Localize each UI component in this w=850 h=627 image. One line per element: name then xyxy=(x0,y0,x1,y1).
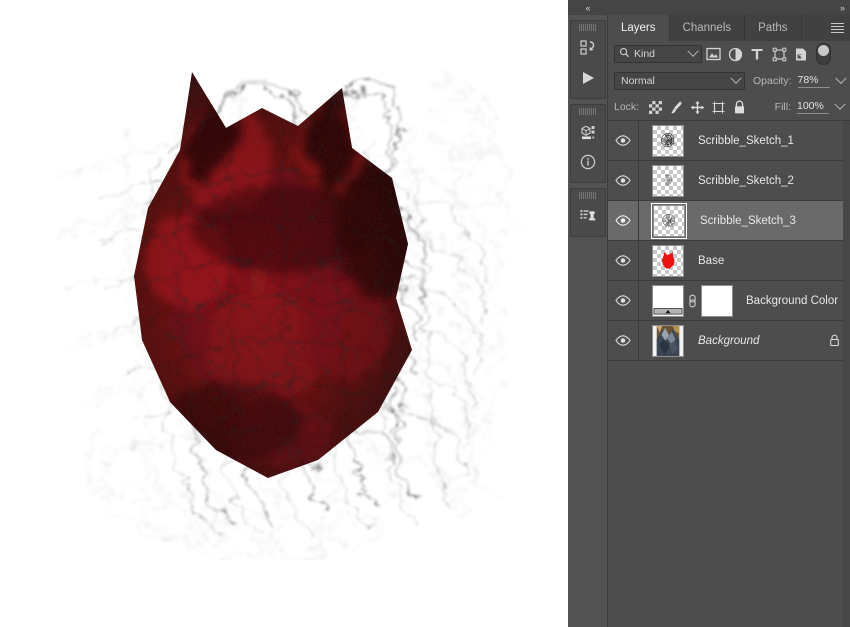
type-filter-icon[interactable] xyxy=(746,43,768,65)
panel-collapse-label: » xyxy=(839,2,845,13)
properties-3d-icon[interactable] xyxy=(573,117,603,147)
eye-icon[interactable] xyxy=(608,241,639,280)
filter-kind-label: Kind xyxy=(634,48,656,60)
adjustment-thumbnail xyxy=(652,284,684,317)
layer-name: Background Color xyxy=(746,294,839,307)
eye-icon[interactable] xyxy=(608,321,639,360)
layer-mask-thumbnail[interactable] xyxy=(701,284,733,317)
blend-mode-value: Normal xyxy=(621,74,655,87)
photoshop-window: « » Layers Channels Paths Kind Normal Op… xyxy=(0,0,850,627)
rail-group-clone-source xyxy=(569,188,606,237)
table-row[interactable]: Background Color xyxy=(608,281,850,321)
layer-thumbnail-wrap[interactable] xyxy=(651,244,685,278)
tab-layers-label: Layers xyxy=(621,22,656,34)
blend-mode-row: Normal Opacity: 78% xyxy=(608,67,850,94)
image-filter-icon[interactable] xyxy=(702,43,724,65)
layer-thumbnail-wrap[interactable] xyxy=(651,202,687,239)
search-icon xyxy=(619,47,630,61)
tab-layers[interactable]: Layers xyxy=(608,15,670,41)
opacity-value[interactable]: 78% xyxy=(797,74,830,88)
layer-name: Base xyxy=(698,254,725,267)
lock-position-icon[interactable] xyxy=(687,97,708,117)
eye-icon[interactable] xyxy=(608,121,639,160)
lock-row: Lock: Fill: 100% xyxy=(608,94,850,120)
panel-collapse-button[interactable]: » xyxy=(608,0,850,15)
eye-icon[interactable] xyxy=(608,281,639,320)
link-chain-icon[interactable] xyxy=(685,293,699,309)
lock-pixels-icon[interactable] xyxy=(666,97,687,117)
fill-value[interactable]: 100% xyxy=(797,100,829,114)
chevron-down-icon xyxy=(687,45,699,57)
drag-grip[interactable] xyxy=(578,192,597,199)
layer-thumbnail xyxy=(652,324,684,357)
tab-channels-label: Channels xyxy=(682,22,732,34)
actions-icon[interactable] xyxy=(573,33,603,63)
tab-bar-filler xyxy=(801,15,824,41)
fill-chevron-down-icon[interactable] xyxy=(834,98,846,110)
lock-icon[interactable] xyxy=(829,334,840,347)
layer-thumbnail xyxy=(652,124,684,157)
adjustment-thumbnail-wrap[interactable] xyxy=(651,284,685,318)
layer-thumbnail xyxy=(652,244,684,277)
chevron-down-icon xyxy=(730,72,742,84)
info-icon[interactable] xyxy=(573,147,603,177)
eye-icon[interactable] xyxy=(608,201,639,240)
rail-group-actions xyxy=(569,20,606,99)
play-icon[interactable] xyxy=(573,63,603,93)
drag-grip[interactable] xyxy=(578,108,597,115)
layer-name: Background xyxy=(698,334,760,347)
layer-list[interactable]: Scribble_Sketch_1 Scribble_Sketch_2 Scri… xyxy=(608,120,850,627)
layer-thumbnail xyxy=(653,204,685,237)
lock-transparency-icon[interactable] xyxy=(645,97,666,117)
shape-filter-icon[interactable] xyxy=(768,43,790,65)
lock-label: Lock: xyxy=(614,101,640,113)
layer-name: Scribble_Sketch_2 xyxy=(698,174,794,187)
tab-channels[interactable]: Channels xyxy=(669,15,746,41)
fill-label: Fill: xyxy=(774,101,791,113)
rail-collapse-button[interactable]: « xyxy=(567,0,608,15)
rail-collapse-label: « xyxy=(585,2,590,13)
layer-thumbnail-wrap[interactable] xyxy=(651,164,685,198)
table-row[interactable]: Base xyxy=(608,241,850,281)
filter-toggle-icon[interactable] xyxy=(816,43,831,65)
layers-panel: » Layers Channels Paths Kind Normal Opac… xyxy=(608,0,850,627)
layer-thumbnail-wrap[interactable] xyxy=(651,124,685,158)
opacity-chevron-down-icon[interactable] xyxy=(834,72,846,84)
hamburger-icon[interactable] xyxy=(824,15,850,41)
eye-icon[interactable] xyxy=(608,161,639,200)
opacity-label: Opacity: xyxy=(752,74,792,87)
rail-group-properties xyxy=(569,104,606,183)
layer-filter-row: Kind xyxy=(608,41,850,67)
layer-thumbnail xyxy=(652,164,684,197)
layer-name: Scribble_Sketch_3 xyxy=(700,214,796,227)
lock-all-icon[interactable] xyxy=(729,97,750,117)
hamburger-bars xyxy=(830,23,844,33)
tab-paths-label: Paths xyxy=(758,22,788,34)
layer-thumbnail-wrap[interactable] xyxy=(651,324,685,358)
artwork-scribble-wolf xyxy=(30,30,540,560)
layer-name: Scribble_Sketch_1 xyxy=(698,134,794,147)
clone-source-icon[interactable] xyxy=(573,201,603,231)
smart-object-filter-icon[interactable] xyxy=(790,43,812,65)
adjustment-filter-icon[interactable] xyxy=(724,43,746,65)
lock-artboard-icon[interactable] xyxy=(708,97,729,117)
canvas-area[interactable] xyxy=(0,0,568,627)
right-dock: « » Layers Channels Paths Kind Normal Op… xyxy=(567,0,850,627)
table-row[interactable]: Scribble_Sketch_2 xyxy=(608,161,850,201)
panel-tab-bar: Layers Channels Paths xyxy=(608,15,850,41)
panel-scrollbar[interactable] xyxy=(843,121,850,627)
tab-paths[interactable]: Paths xyxy=(745,15,802,41)
blend-mode-select[interactable]: Normal xyxy=(614,71,745,90)
table-row[interactable]: Background xyxy=(608,321,850,361)
table-row[interactable]: Scribble_Sketch_1 xyxy=(608,121,850,161)
icon-rail: « xyxy=(567,0,608,627)
fill-group: Fill: 100% xyxy=(767,98,846,114)
table-row[interactable]: Scribble_Sketch_3 xyxy=(608,201,850,241)
filter-kind-select[interactable]: Kind xyxy=(614,45,702,63)
drag-grip[interactable] xyxy=(578,24,597,31)
